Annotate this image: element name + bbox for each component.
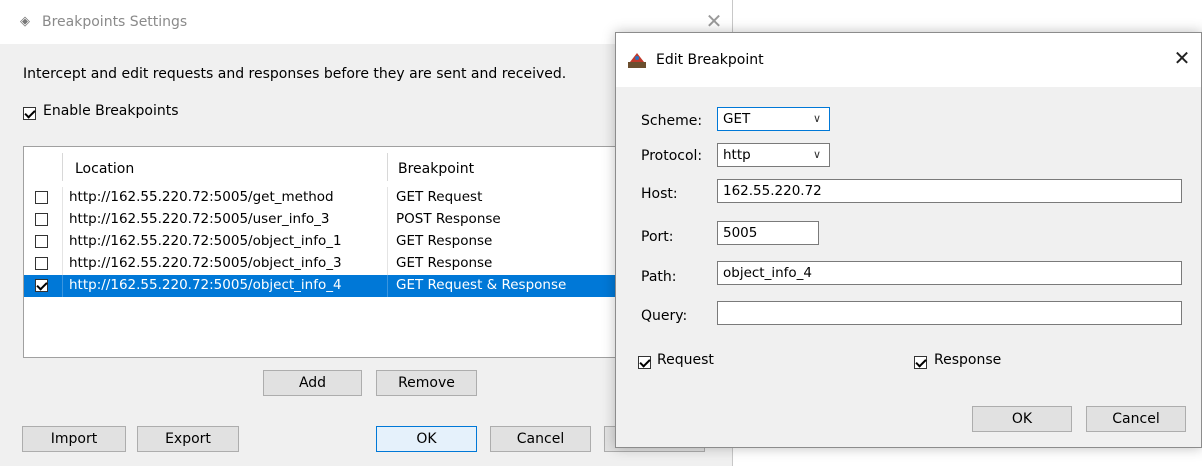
dialog-title: Edit Breakpoint <box>656 52 764 68</box>
cell-divider <box>62 253 63 275</box>
chevron-down-icon: ∨ <box>812 112 821 125</box>
request-label: Request <box>657 352 714 368</box>
table-row-selected[interactable]: http://162.55.220.72:5005/object_info_4 … <box>24 275 638 297</box>
port-input[interactable]: 5005 <box>717 221 819 245</box>
cell-divider <box>387 253 388 275</box>
row-checkbox[interactable] <box>35 213 48 226</box>
row-location: http://162.55.220.72:5005/user_info_3 <box>69 211 330 227</box>
enable-breakpoints-checkbox[interactable] <box>23 107 36 120</box>
protocol-label: Protocol: <box>641 148 703 164</box>
dialog-ok-button[interactable]: OK <box>972 406 1072 432</box>
cell-divider <box>62 209 63 231</box>
cell-divider <box>62 187 63 209</box>
cell-divider <box>62 231 63 253</box>
row-location: http://162.55.220.72:5005/object_info_3 <box>69 255 342 271</box>
row-checkbox[interactable] <box>35 235 48 248</box>
scheme-value: GET <box>723 111 751 127</box>
path-input[interactable]: object_info_4 <box>717 261 1182 285</box>
cell-divider <box>387 209 388 231</box>
row-breakpoint: GET Request <box>396 189 483 205</box>
row-breakpoint: POST Response <box>396 211 501 227</box>
add-button[interactable]: Add <box>263 370 362 396</box>
cell-divider <box>387 231 388 253</box>
request-checkbox[interactable] <box>638 356 651 369</box>
ok-button[interactable]: OK <box>376 426 477 452</box>
table-row[interactable]: http://162.55.220.72:5005/object_info_3 … <box>24 253 638 275</box>
close-icon[interactable]: ✕ <box>704 10 724 32</box>
row-location: http://162.55.220.72:5005/object_info_4 <box>69 277 342 293</box>
breakpoints-table: Location Breakpoint http://162.55.220.72… <box>23 146 638 358</box>
remove-button[interactable]: Remove <box>376 370 477 396</box>
row-location: http://162.55.220.72:5005/get_method <box>69 189 334 205</box>
enable-breakpoints-label: Enable Breakpoints <box>43 103 179 119</box>
description-text: Intercept and edit requests and response… <box>23 66 567 82</box>
export-button[interactable]: Export <box>137 426 239 452</box>
chevron-down-icon: ∨ <box>812 148 821 161</box>
column-divider <box>387 153 388 181</box>
query-input[interactable] <box>717 301 1182 325</box>
protocol-value: http <box>723 147 751 163</box>
cell-divider <box>387 275 388 297</box>
cell-divider <box>62 275 63 297</box>
scheme-label: Scheme: <box>641 113 703 129</box>
row-breakpoint: GET Response <box>396 233 493 249</box>
close-icon[interactable]: ✕ <box>1172 47 1192 69</box>
cell-divider <box>387 187 388 209</box>
table-row[interactable]: http://162.55.220.72:5005/user_info_3 PO… <box>24 209 638 231</box>
table-header: Location Breakpoint <box>24 147 638 183</box>
column-divider <box>62 153 63 181</box>
column-header-location[interactable]: Location <box>75 161 134 177</box>
import-button[interactable]: Import <box>22 426 126 452</box>
response-label: Response <box>934 352 1002 368</box>
column-header-breakpoint[interactable]: Breakpoint <box>398 161 474 177</box>
protocol-dropdown[interactable]: http ∨ <box>717 143 830 167</box>
port-label: Port: <box>641 229 674 245</box>
row-breakpoint: GET Response <box>396 255 493 271</box>
path-label: Path: <box>641 269 677 285</box>
edit-breakpoint-dialog: Edit Breakpoint ✕ Scheme: GET ∨ Protocol… <box>615 32 1202 448</box>
row-checkbox[interactable] <box>35 191 48 204</box>
app-icon: ◈ <box>20 14 30 29</box>
cancel-button[interactable]: Cancel <box>490 426 591 452</box>
dialog-title-bar: Edit Breakpoint ✕ <box>616 33 1201 87</box>
host-input[interactable]: 162.55.220.72 <box>717 179 1182 203</box>
row-breakpoint: GET Request & Response <box>396 277 567 293</box>
java-icon <box>628 53 646 68</box>
row-location: http://162.55.220.72:5005/object_info_1 <box>69 233 342 249</box>
query-label: Query: <box>641 308 688 324</box>
window-title: Breakpoints Settings <box>42 14 188 30</box>
host-label: Host: <box>641 186 678 202</box>
row-checkbox[interactable] <box>35 279 48 292</box>
row-checkbox[interactable] <box>35 257 48 270</box>
table-row[interactable]: http://162.55.220.72:5005/object_info_1 … <box>24 231 638 253</box>
dialog-cancel-button[interactable]: Cancel <box>1086 406 1186 432</box>
table-row[interactable]: http://162.55.220.72:5005/get_method GET… <box>24 187 638 209</box>
scheme-dropdown[interactable]: GET ∨ <box>717 107 830 131</box>
response-checkbox[interactable] <box>914 356 927 369</box>
